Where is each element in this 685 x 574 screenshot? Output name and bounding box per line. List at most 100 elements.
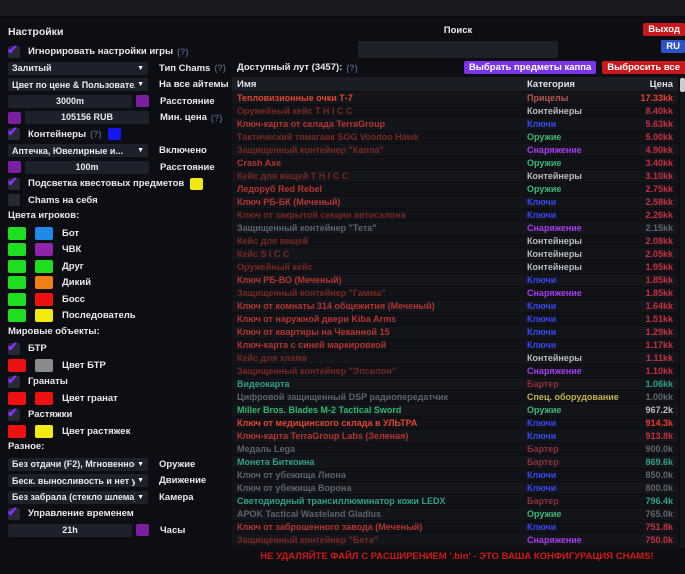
table-row[interactable]: Ледоруб Red RebelОружие2.75kk — [232, 183, 678, 195]
table-row[interactable]: Защищенный контейнер "Бета"Снаряжение750… — [232, 534, 678, 546]
table-row[interactable]: Кейс для вещей T H I C CКонтейнеры3.10kk — [232, 170, 678, 182]
color-swatch[interactable] — [35, 359, 53, 372]
help-icon[interactable]: (?) — [90, 129, 102, 139]
table-row[interactable]: Ключ от наружной двери Kiba ArmsКлючи1.5… — [232, 313, 678, 325]
text-input[interactable]: 3000m — [8, 95, 132, 108]
table-row[interactable]: Монета БиткоинаБартер869.6k — [232, 456, 678, 468]
color-swatch[interactable] — [8, 425, 26, 438]
table-row[interactable]: Тактический томагавк SOG Voodoo HawkОруж… — [232, 131, 678, 143]
color-swatch[interactable] — [35, 227, 53, 240]
checkbox[interactable]: ✔ — [8, 46, 20, 58]
column-price[interactable]: Цена — [623, 79, 673, 90]
table-row[interactable]: Медаль LegaБартер900.0k — [232, 443, 678, 455]
color-swatch[interactable] — [8, 243, 26, 256]
column-category[interactable]: Категория — [527, 79, 623, 90]
table-row[interactable]: Ключ от квартиры на Чеканной 15Ключи1.29… — [232, 326, 678, 338]
text-input[interactable]: 21h — [8, 524, 132, 537]
checkbox[interactable]: ✔ — [8, 409, 20, 421]
help-icon[interactable]: (?) — [177, 47, 189, 57]
color-swatch[interactable] — [35, 293, 53, 306]
dropdown[interactable]: Без забрала (стекло шлема)▼ — [8, 491, 148, 504]
table-row[interactable]: Кейс для вещейКонтейнеры2.08kk — [232, 235, 678, 247]
table-row[interactable]: Защищенный контейнер "Тета"Снаряжение2.1… — [232, 222, 678, 234]
color-swatch[interactable] — [35, 392, 53, 405]
color-swatch[interactable] — [8, 276, 26, 289]
color-swatch[interactable] — [8, 392, 26, 405]
item-price: 751.8k — [623, 522, 673, 532]
dropdown[interactable]: Аптечка, Ювелирные и...▼ — [8, 144, 148, 157]
checkbox[interactable]: ✔ — [8, 178, 20, 190]
color-swatch[interactable] — [8, 112, 21, 124]
table-row[interactable]: Ключ-карта TerraGroup Labs (Зеленая)Ключ… — [232, 430, 678, 442]
color-swatch[interactable] — [136, 95, 149, 107]
item-price: 5.63kk — [623, 119, 673, 129]
table-row[interactable]: Ключ от комнаты 314 общежития (Меченый)К… — [232, 300, 678, 312]
color-swatch[interactable] — [190, 178, 203, 190]
color-swatch[interactable] — [136, 524, 149, 536]
language-button[interactable]: RU — [661, 40, 685, 53]
table-row[interactable] — [232, 547, 678, 548]
color-swatch[interactable] — [108, 128, 121, 140]
table-row[interactable]: Ключ-карта от склада TerraGroupКлючи5.63… — [232, 118, 678, 130]
table-row[interactable]: Miller Bros. Blades M-2 Tactical SwordОр… — [232, 404, 678, 416]
color-swatch[interactable] — [8, 293, 26, 306]
color-swatch[interactable] — [8, 359, 26, 372]
window-titlebar[interactable] — [0, 0, 685, 17]
help-icon[interactable]: (?) — [214, 63, 226, 73]
table-row[interactable]: Ключ-карта с синей маркировкойКлючи1.17k… — [232, 339, 678, 351]
checkbox[interactable]: ✔ — [8, 343, 20, 355]
table-row[interactable]: Ключ РБ-БК (Меченый)Ключи2.58kk — [232, 196, 678, 208]
table-row[interactable]: Ключ РБ-ВО (Меченый)Ключи1.85kk — [232, 274, 678, 286]
color-swatch[interactable] — [35, 276, 53, 289]
table-row[interactable]: Crash AxeОружие3.40kk — [232, 157, 678, 169]
dropdown[interactable]: Залитый▼ — [8, 62, 148, 75]
table-row[interactable]: Защищенный контейнер "Гамма"Снаряжение1.… — [232, 287, 678, 299]
table-row[interactable]: Кейс S I C CКонтейнеры2.05kk — [232, 248, 678, 260]
table-row[interactable]: Кейс для хламаКонтейнеры1.11kk — [232, 352, 678, 364]
color-swatch[interactable] — [35, 425, 53, 438]
check-row: Chams на себя — [8, 194, 232, 207]
checkbox[interactable]: ✔ — [8, 128, 20, 140]
dropdown[interactable]: Без отдачи (F2), Мгновенное п▼ — [8, 458, 148, 471]
table-row[interactable]: Ключ от медицинского склада в УЛЬТРАКлюч… — [232, 417, 678, 429]
dropdown[interactable]: Цвет по цене & Пользователь▼ — [8, 78, 148, 91]
text-input[interactable]: 100m — [25, 161, 149, 174]
table-row[interactable]: Цифровой защищенный DSP радиопередатчикС… — [232, 391, 678, 403]
table-row[interactable]: Защищенный контейнер "Эпсилон"Снаряжение… — [232, 365, 678, 377]
help-icon[interactable]: (?) — [211, 113, 223, 123]
select-kappa-items-button[interactable]: Выбрать предметы каппа — [464, 61, 596, 74]
table-row[interactable]: Оружейный кейсКонтейнеры1.95kk — [232, 261, 678, 273]
table-row[interactable]: Оружейный кейс T H I C CКонтейнеры8.40kk — [232, 105, 678, 117]
table-row[interactable]: Светодиодный трансиллюминатор кожи LEDXБ… — [232, 495, 678, 507]
text-input[interactable]: 105156 RUB — [25, 111, 149, 124]
color-swatch[interactable] — [35, 243, 53, 256]
table-row[interactable]: Тепловизионные очки Т-7Прицелы17.33kk — [232, 92, 678, 104]
checkbox[interactable] — [8, 194, 20, 206]
scrollbar-track[interactable] — [680, 77, 685, 548]
exit-button[interactable]: Выход — [643, 23, 685, 36]
table-row[interactable]: Защищенный контейнер "Каппа"Снаряжение4.… — [232, 144, 678, 156]
table-row[interactable]: ВидеокартаБартер1.06kk — [232, 378, 678, 390]
loot-help-icon[interactable]: (?) — [346, 63, 358, 73]
color-swatch[interactable] — [8, 227, 26, 240]
color-swatch[interactable] — [35, 260, 53, 273]
color-swatch[interactable] — [8, 161, 21, 173]
search-input[interactable] — [358, 41, 558, 58]
table-row[interactable]: Ключ от убежища ЛионаКлючи850.0k — [232, 469, 678, 481]
color-swatch[interactable] — [8, 260, 26, 273]
checkbox[interactable]: ✔ — [8, 376, 20, 388]
item-category: Оружие — [527, 158, 623, 168]
table-row[interactable]: APOK Tactical Wasteland GladiusОружие765… — [232, 508, 678, 520]
color-swatch[interactable] — [35, 309, 53, 322]
color-swatch[interactable] — [8, 309, 26, 322]
table-row[interactable]: Ключ от заброшенного завода (Меченый)Клю… — [232, 521, 678, 533]
dropdown[interactable]: Беск. выносливость и нет уста:▼ — [8, 474, 148, 487]
table-row[interactable]: Ключ от закрытой секции автосалонаКлючи2… — [232, 209, 678, 221]
table-row[interactable]: Ключ от убежища ВоронаКлючи800.0k — [232, 482, 678, 494]
drop-all-button[interactable]: Выбросить все — [602, 61, 685, 74]
loot-title: Доступный лут (3457): — [237, 62, 342, 73]
column-name[interactable]: Имя — [237, 79, 527, 90]
checkbox[interactable]: ✔ — [8, 508, 20, 520]
scrollbar-thumb[interactable] — [680, 78, 685, 92]
input-row: 100mРасстояние — [8, 161, 232, 174]
